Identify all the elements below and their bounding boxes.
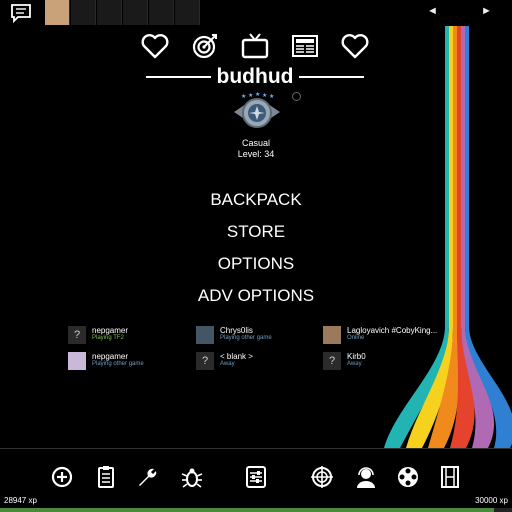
party-slot[interactable] — [97, 0, 122, 25]
friend-status: Online — [347, 335, 365, 341]
friend-item[interactable]: ? nepgamer Playing TF2 — [68, 326, 198, 346]
svg-text:★: ★ — [262, 92, 267, 99]
friend-status: Away — [220, 361, 235, 367]
heart-icon[interactable] — [340, 31, 370, 61]
party-slot[interactable] — [123, 0, 148, 25]
friend-item[interactable]: ? Kirb0 Away — [323, 352, 453, 372]
friend-name: nepgamer — [92, 352, 129, 361]
backpack-button[interactable]: BACKPACK — [156, 184, 356, 216]
top-bar: ◄ ► — [0, 0, 512, 26]
player-name: budhud — [216, 65, 294, 88]
friend-status: Playing other game — [92, 361, 144, 367]
heart-icon[interactable] — [140, 31, 170, 61]
friend-item[interactable]: Lagloyavich #CobyKing... Online — [323, 326, 453, 346]
store-button[interactable]: STORE — [156, 216, 356, 248]
quests-icon[interactable] — [94, 465, 118, 489]
adv-options-button[interactable]: ADV OPTIONS — [156, 280, 356, 312]
divider — [299, 76, 364, 78]
friend-avatar: ? — [196, 352, 214, 370]
bottom-bar — [0, 448, 512, 512]
rank-info: Casual Level: 34 — [156, 138, 356, 160]
friend-item[interactable]: nepgamer Playing other game — [68, 352, 198, 372]
friend-avatar: ? — [68, 326, 86, 344]
friend-avatar — [68, 352, 86, 370]
friend-status: Playing other game — [220, 335, 272, 341]
chat-icon[interactable] — [10, 3, 32, 23]
svg-text:★: ★ — [255, 92, 260, 98]
film-icon[interactable] — [438, 465, 462, 489]
xp-target: 30000 xp — [475, 496, 508, 505]
party-slot[interactable] — [175, 0, 200, 25]
party-slot[interactable] — [149, 0, 174, 25]
friend-name: Chrys0lis — [220, 326, 253, 335]
news-icon[interactable] — [290, 31, 320, 61]
svg-text:★: ★ — [248, 92, 253, 99]
main-menu: BACKPACK STORE OPTIONS ADV OPTIONS — [156, 184, 356, 312]
rainbow-stripes — [384, 26, 512, 448]
divider — [146, 76, 211, 78]
friend-name: Kirb0 — [347, 352, 366, 361]
friend-status: Away — [347, 361, 362, 367]
svg-text:★: ★ — [241, 93, 246, 100]
friend-avatar — [196, 326, 214, 344]
rank-level: Level: 34 — [237, 149, 275, 159]
friend-item[interactable]: Chrys0lis Playing other game — [196, 326, 326, 346]
xp-current: 28947 xp — [4, 496, 37, 505]
friend-avatar — [323, 326, 341, 344]
friend-name: < blank > — [220, 352, 253, 361]
rank-badge-icon[interactable]: ★ ★ ★ ★ ★ — [232, 92, 282, 132]
friend-item[interactable]: ? < blank > Away — [196, 352, 326, 372]
svg-text:★: ★ — [269, 93, 274, 100]
create-server-icon[interactable] — [50, 465, 74, 489]
rank-mode: Casual — [241, 138, 270, 148]
target-icon[interactable] — [190, 31, 220, 61]
wrench-icon[interactable] — [136, 465, 160, 489]
bottom-icons — [50, 465, 470, 489]
prev-arrow[interactable]: ◄ — [427, 5, 438, 17]
tv-icon[interactable] — [240, 31, 270, 61]
server-browser-icon[interactable] — [310, 465, 334, 489]
player-name-row: budhud — [140, 64, 370, 90]
xp-progress-fill — [0, 508, 495, 512]
options-button[interactable]: OPTIONS — [156, 248, 356, 280]
party-slot[interactable] — [71, 0, 96, 25]
info-icon[interactable] — [292, 92, 301, 101]
friend-avatar: ? — [323, 352, 341, 370]
friend-status: Playing TF2 — [92, 335, 124, 341]
friend-name: nepgamer — [92, 326, 129, 335]
support-icon[interactable] — [354, 465, 378, 489]
settings-sliders-icon[interactable] — [244, 465, 268, 489]
friend-name: Lagloyavich #CobyKing... — [347, 326, 438, 335]
replay-icon[interactable] — [396, 465, 420, 489]
next-arrow[interactable]: ► — [481, 5, 492, 17]
bug-icon[interactable] — [180, 465, 204, 489]
party-avatar[interactable] — [45, 0, 70, 25]
xp-progress-bar — [0, 508, 512, 512]
header-icons — [140, 30, 370, 62]
